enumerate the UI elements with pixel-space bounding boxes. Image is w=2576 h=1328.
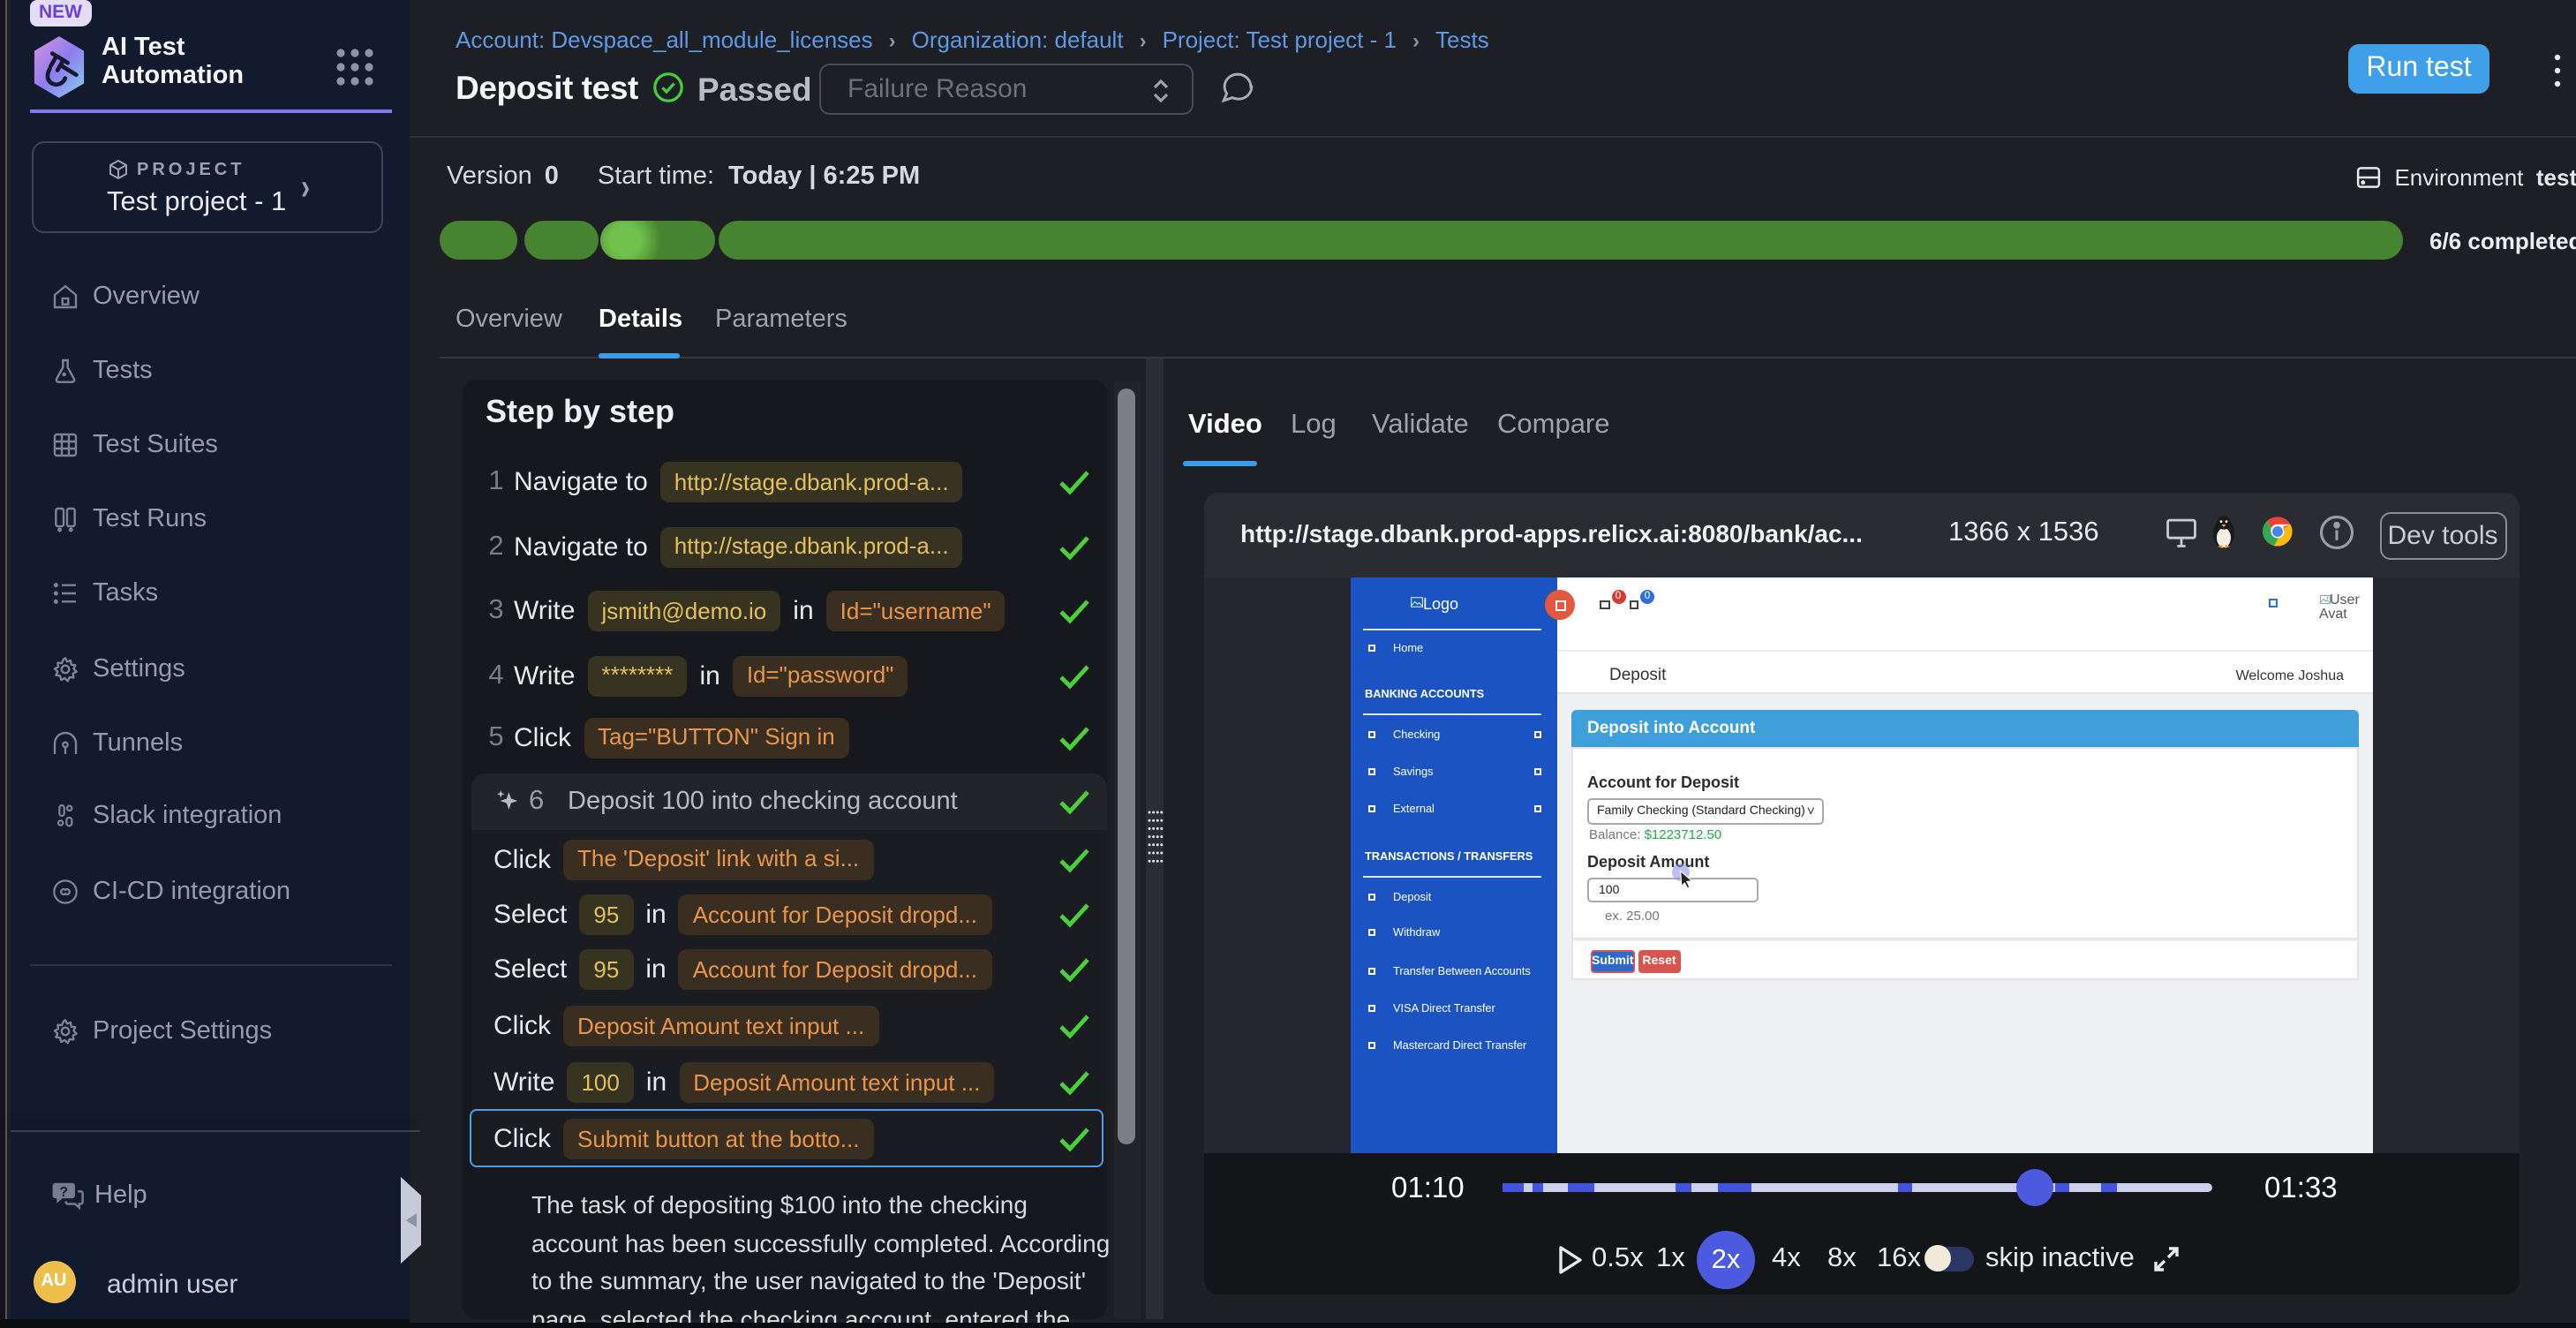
svg-text:?: ?	[58, 1185, 67, 1200]
